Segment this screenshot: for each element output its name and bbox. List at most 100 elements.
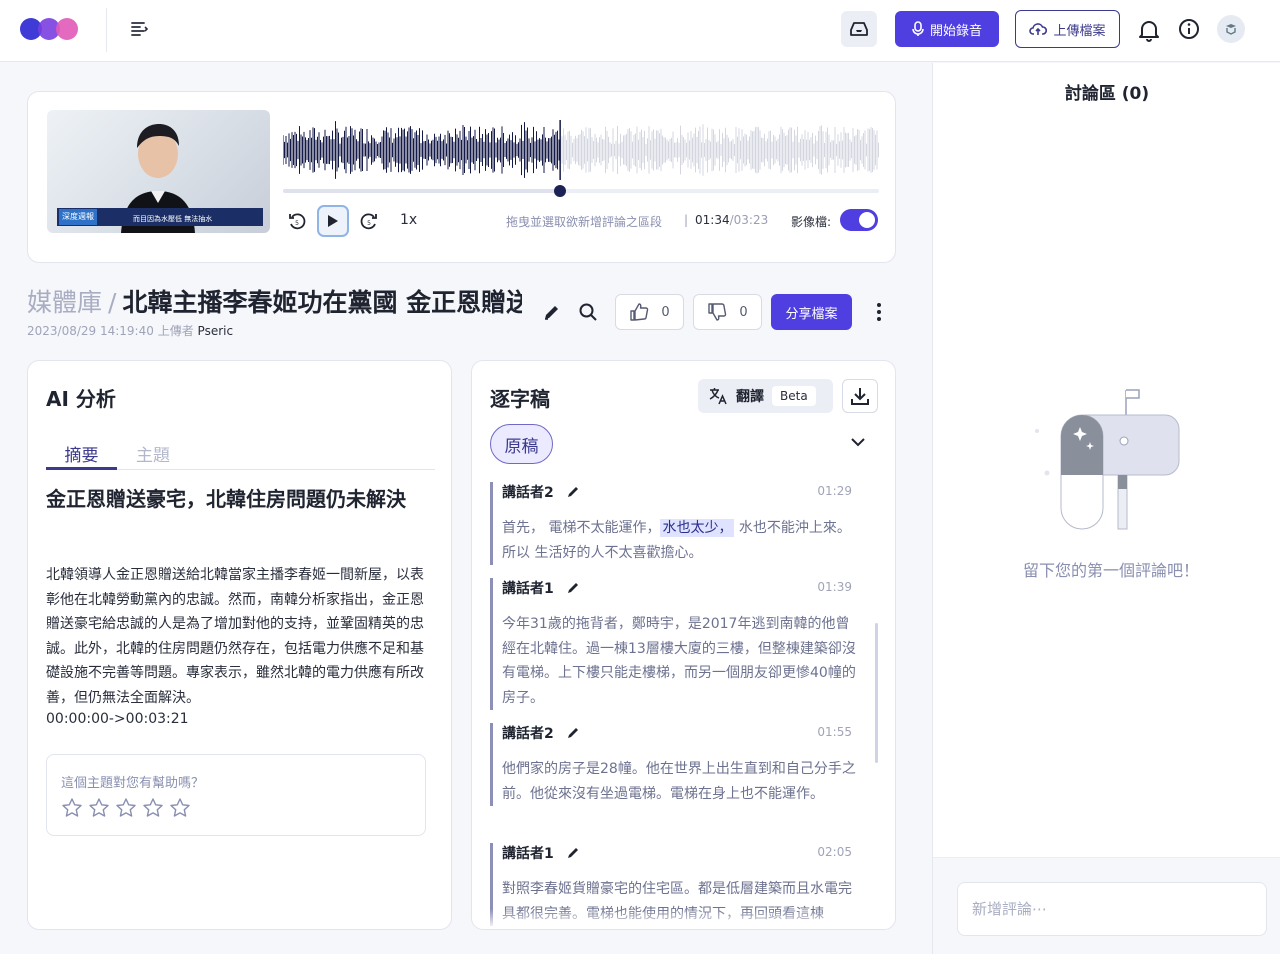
breadcrumb-media-library[interactable]: 媒體庫: [27, 288, 102, 317]
speaker-label[interactable]: 講話者2: [502, 485, 554, 501]
segment-time[interactable]: 01:39: [817, 580, 852, 594]
star-icon[interactable]: [169, 797, 191, 819]
transcript-heading: 逐字稿: [490, 387, 550, 411]
edit-speaker-icon[interactable]: [566, 845, 581, 860]
avatar[interactable]: [1217, 15, 1245, 43]
uploaded-by-label: 上傳者: [157, 324, 194, 338]
thumbs-down-icon: [708, 303, 727, 321]
seek-bar-handle[interactable]: [554, 185, 567, 197]
speaker-label[interactable]: 講話者1: [502, 581, 554, 597]
translate-button[interactable]: 翻譯 Beta: [698, 379, 833, 413]
share-file-button[interactable]: 分享檔案: [771, 294, 852, 330]
segment-text[interactable]: 他們家的房子是28幢。他在世界上出生直到和自己分手之前。他從來沒有坐過電梯。電梯…: [502, 757, 862, 806]
page-title: 媒體庫/北韓主播李春姬功在黨國 金正恩贈送豪宅: [27, 283, 522, 319]
upload-file-button[interactable]: 上傳檔案: [1015, 10, 1120, 48]
star-rating[interactable]: [61, 797, 191, 819]
like-button[interactable]: 0: [615, 294, 684, 330]
play-button[interactable]: [317, 205, 349, 237]
current-time: 01:34: [695, 213, 730, 227]
dislike-button[interactable]: 0: [693, 294, 762, 330]
transcript-scrollbar[interactable]: [875, 623, 878, 763]
upload-date: 2023/08/29 14:19:40: [27, 324, 154, 338]
playback-speed-button[interactable]: 1x: [400, 212, 417, 228]
download-icon: [851, 388, 869, 405]
forward-icon[interactable]: 5: [358, 210, 380, 232]
summary-body: 北韓領導人金正恩贈送給北韓當家主播李春姬一間新屋，以表彰他在北韓勞動黨內的忠誠。…: [46, 567, 424, 706]
edit-speaker-icon[interactable]: [566, 580, 581, 595]
segment-time[interactable]: 02:05: [817, 845, 852, 859]
top-bar: 開始錄音 上傳檔案: [0, 0, 1280, 62]
bell-icon[interactable]: [1138, 18, 1160, 42]
segment-text[interactable]: 首先， 電梯不太能運作， 水也太少， 水也不能沖上來。所以 生活好的人不太喜歡擔心…: [502, 516, 862, 565]
inbox-icon: [850, 22, 868, 36]
video-caption-text: 而目因為水壓低 無法抽水: [133, 215, 213, 223]
microphone-icon: [912, 21, 924, 36]
ai-tabs: 摘要 主題: [46, 441, 435, 470]
inbox-button[interactable]: [841, 11, 877, 47]
segment-text[interactable]: 今年31歲的拖背者，鄭時宇，是2017年逃到南韓的他曾經在北韓住。過一棟13層樓…: [502, 612, 862, 710]
breadcrumb-separator: /: [108, 288, 117, 317]
svg-text:5: 5: [367, 220, 371, 227]
star-icon[interactable]: [115, 797, 137, 819]
seek-bar[interactable]: [283, 185, 879, 197]
star-icon[interactable]: [61, 797, 83, 819]
more-options-icon[interactable]: [869, 302, 889, 322]
tab-topics[interactable]: 主題: [136, 441, 170, 466]
speaker-label[interactable]: 講話者1: [502, 846, 554, 862]
media-player: 深度週報 而目因為水壓低 無法抽水 5 5 1x 拖曳並選取欲新增評論之區段 |…: [27, 91, 896, 263]
header-divider: [106, 8, 107, 52]
menu-icon[interactable]: [126, 16, 152, 42]
upload-file-label: 上傳檔案: [1053, 23, 1106, 39]
video-toggle[interactable]: [840, 209, 878, 231]
file-meta: 2023/08/29 14:19:40 上傳者 Pseric: [27, 322, 233, 339]
seek-bar-fill: [283, 189, 561, 193]
total-time: 03:23: [733, 213, 769, 227]
transcript-segment[interactable]: 講話者2 01:29 首先， 電梯不太能運作， 水也太少， 水也不能沖上來。所以 …: [490, 482, 862, 566]
beta-badge: Beta: [772, 386, 816, 406]
svg-text:5: 5: [295, 220, 299, 227]
audio-waveform[interactable]: [283, 120, 879, 180]
info-icon[interactable]: [1178, 18, 1200, 40]
transcript-panel: 逐字稿 翻譯 Beta 原稿 講話者2 01:29 首先， 電梯不太能運作， 水也…: [471, 360, 896, 930]
like-count: 0: [661, 304, 670, 320]
transcript-segment[interactable]: 講話者2 01:55 他們家的房子是28幢。他在世界上出生直到和自己分手之前。他…: [490, 723, 862, 807]
rewind-icon[interactable]: 5: [286, 210, 308, 232]
translate-icon: [709, 388, 727, 405]
comment-input[interactable]: [957, 882, 1267, 936]
search-icon[interactable]: [578, 302, 598, 322]
segment-time[interactable]: 01:29: [817, 484, 852, 498]
translate-label: 翻譯: [736, 389, 764, 405]
video-toggle-label: 影像檔:: [791, 215, 832, 229]
original-transcript-chip[interactable]: 原稿: [490, 424, 553, 464]
download-button[interactable]: [842, 379, 878, 413]
discussion-heading: 討論區 (0): [1064, 84, 1150, 104]
summary-title: 金正恩贈送豪宅，北韓住房問題仍未解決: [46, 487, 406, 511]
play-icon: [328, 215, 338, 227]
edit-speaker-icon[interactable]: [566, 484, 581, 499]
video-caption-tag: 深度週報: [59, 209, 97, 225]
chevron-down-icon[interactable]: [850, 436, 866, 448]
hint-separator: |: [684, 213, 689, 227]
segment-time[interactable]: 01:55: [817, 725, 852, 739]
video-thumbnail[interactable]: 深度週報 而目因為水壓低 無法抽水: [47, 110, 270, 233]
app-logo[interactable]: [18, 14, 80, 44]
tab-summary[interactable]: 摘要: [46, 441, 117, 470]
dislike-count: 0: [739, 304, 748, 320]
ai-analysis-panel: AI 分析 摘要 主題 金正恩贈送豪宅，北韓住房問題仍未解決 北韓領導人金正恩贈…: [27, 360, 452, 930]
segment-text-pre: 首先， 電梯不太能運作，: [502, 520, 661, 536]
star-icon[interactable]: [142, 797, 164, 819]
transcript-fade: [472, 909, 895, 929]
edit-speaker-icon[interactable]: [566, 725, 581, 740]
speaker-label[interactable]: 講話者2: [502, 726, 554, 742]
edit-title-icon[interactable]: [542, 302, 562, 322]
star-icon[interactable]: [88, 797, 110, 819]
transcript-segment[interactable]: 講話者1 01:39 今年31歲的拖背者，鄭時宇，是2017年逃到南韓的他曾經在…: [490, 578, 862, 711]
discussion-panel: 討論區 (0) 留下您的第一個評論吧！: [932, 63, 1280, 954]
time-readout: 01:34/03:23: [695, 213, 768, 227]
segment-highlight[interactable]: 水也太少，: [660, 519, 735, 537]
start-recording-button[interactable]: 開始錄音: [895, 11, 999, 47]
helpful-question: 這個主題對您有幫助嗎？: [61, 776, 205, 791]
ai-analysis-heading: AI 分析: [46, 387, 116, 411]
empty-discussion-message: 留下您的第一個評論吧！: [1022, 561, 1199, 580]
uploader-name: Pseric: [197, 324, 234, 338]
